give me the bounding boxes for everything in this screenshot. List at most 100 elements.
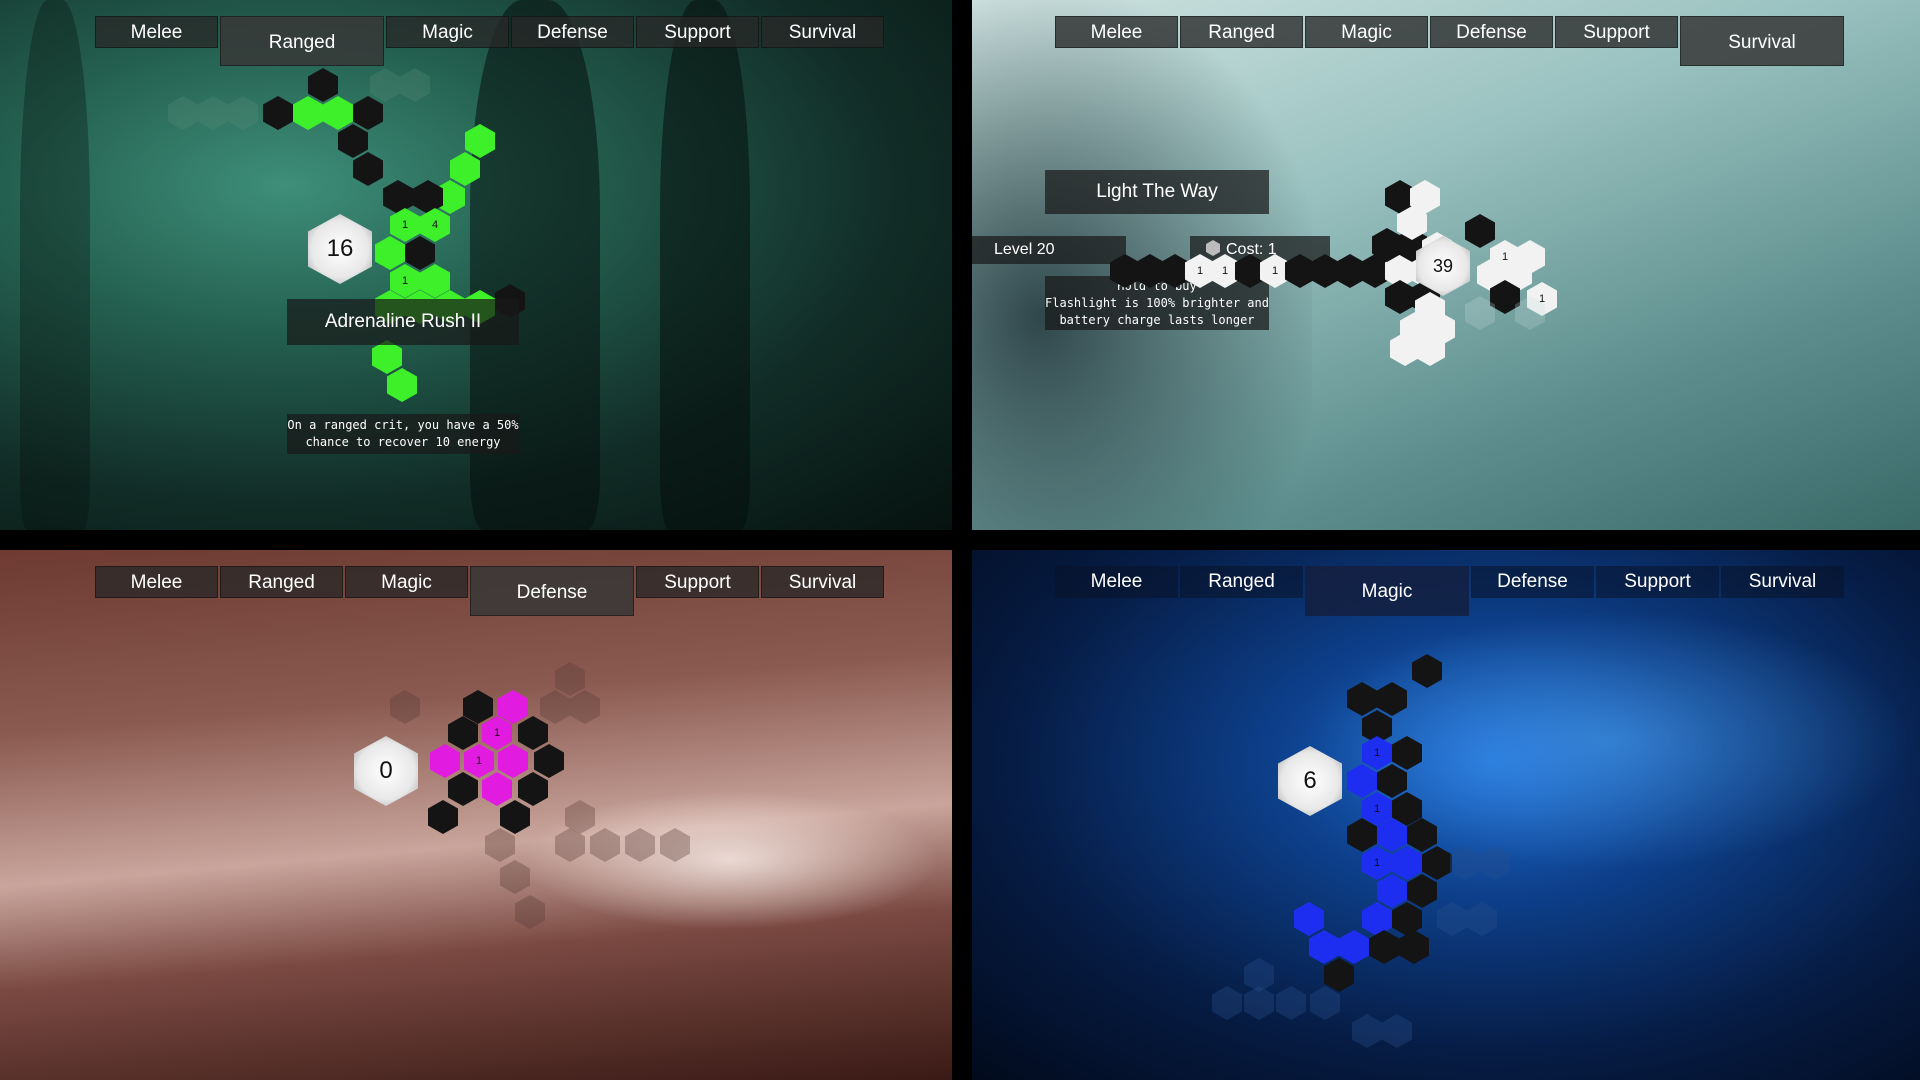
owned-skill-node[interactable] <box>1294 902 1324 936</box>
owned-skill-node[interactable] <box>323 96 353 130</box>
owned-skill-node[interactable] <box>482 772 512 806</box>
locked-skill-node[interactable] <box>228 96 258 130</box>
locked-skill-node[interactable] <box>1480 846 1510 880</box>
tab-melee[interactable]: Melee <box>95 566 218 598</box>
skill-node[interactable] <box>1377 682 1407 716</box>
owned-skill-node[interactable]: 4 <box>420 208 450 242</box>
skill-node[interactable] <box>1407 874 1437 908</box>
tab-defense[interactable]: Defense <box>511 16 634 48</box>
tab-ranged[interactable]: Ranged <box>1180 566 1303 598</box>
locked-skill-node[interactable] <box>198 96 228 130</box>
owned-skill-node[interactable] <box>375 236 405 270</box>
skill-node[interactable] <box>518 772 548 806</box>
tab-ranged[interactable]: Ranged <box>220 566 343 598</box>
locked-skill-node[interactable] <box>515 895 545 929</box>
locked-skill-node[interactable] <box>1244 986 1274 1020</box>
tab-defense[interactable]: Defense <box>1430 16 1553 48</box>
skill-node[interactable] <box>1412 654 1442 688</box>
owned-skill-node[interactable] <box>372 340 402 374</box>
tab-support[interactable]: Support <box>1596 566 1719 598</box>
tab-support[interactable]: Support <box>1555 16 1678 48</box>
locked-skill-node[interactable] <box>660 828 690 862</box>
locked-skill-node[interactable] <box>1310 986 1340 1020</box>
skill-node[interactable] <box>1392 736 1422 770</box>
skill-node[interactable] <box>353 96 383 130</box>
owned-skill-node[interactable] <box>1362 902 1392 936</box>
owned-skill-node[interactable] <box>1377 874 1407 908</box>
locked-skill-node[interactable] <box>1467 902 1497 936</box>
skill-node[interactable] <box>1369 930 1399 964</box>
tab-defense[interactable]: Defense <box>1471 566 1594 598</box>
skill-node[interactable] <box>353 152 383 186</box>
skill-node[interactable] <box>1392 902 1422 936</box>
tab-survival[interactable]: Survival <box>1721 566 1844 598</box>
locked-skill-node[interactable] <box>485 828 515 862</box>
tab-ranged[interactable]: Ranged <box>220 16 384 66</box>
skill-node[interactable] <box>500 800 530 834</box>
tab-magic[interactable]: Magic <box>345 566 468 598</box>
locked-skill-node[interactable] <box>1212 986 1242 1020</box>
owned-skill-node[interactable] <box>1309 930 1339 964</box>
locked-skill-node[interactable] <box>1450 846 1480 880</box>
tab-support[interactable]: Support <box>636 566 759 598</box>
owned-skill-node[interactable]: 1 <box>1362 736 1392 770</box>
skill-node[interactable] <box>308 68 338 102</box>
skill-node[interactable] <box>413 180 443 214</box>
tab-magic[interactable]: Magic <box>1305 566 1469 616</box>
owned-skill-node[interactable] <box>498 690 528 724</box>
skill-node[interactable] <box>383 180 413 214</box>
locked-skill-node[interactable] <box>1437 902 1467 936</box>
locked-skill-node[interactable] <box>590 828 620 862</box>
skill-node[interactable] <box>1465 214 1495 248</box>
locked-skill-node[interactable] <box>168 96 198 130</box>
tab-defense[interactable]: Defense <box>470 566 634 616</box>
magic-skill-panel: Melee Ranged Magic Defense Support Survi… <box>972 550 1920 1080</box>
skill-node[interactable] <box>448 772 478 806</box>
skill-node[interactable] <box>1324 958 1354 992</box>
owned-skill-node[interactable]: 1 <box>1362 846 1392 880</box>
owned-skill-node[interactable] <box>498 744 528 778</box>
tab-survival[interactable]: Survival <box>761 566 884 598</box>
tab-melee[interactable]: Melee <box>1055 16 1178 48</box>
locked-skill-node[interactable] <box>1352 1014 1382 1048</box>
skill-node[interactable] <box>518 716 548 750</box>
owned-skill-node[interactable] <box>1392 846 1422 880</box>
skill-node[interactable] <box>1347 682 1377 716</box>
tab-melee[interactable]: Melee <box>95 16 218 48</box>
locked-skill-node[interactable] <box>540 690 570 724</box>
owned-skill-node[interactable] <box>387 368 417 402</box>
owned-skill-node[interactable] <box>1347 764 1377 798</box>
skill-node[interactable] <box>405 236 435 270</box>
tab-melee[interactable]: Melee <box>1055 566 1178 598</box>
tab-magic[interactable]: Magic <box>386 16 509 48</box>
skill-node[interactable] <box>1399 930 1429 964</box>
tab-survival[interactable]: Survival <box>1680 16 1844 66</box>
owned-skill-node[interactable]: 1 <box>464 744 494 778</box>
owned-skill-node[interactable] <box>1339 930 1369 964</box>
owned-skill-node[interactable] <box>465 124 495 158</box>
owned-skill-node[interactable] <box>450 152 480 186</box>
locked-skill-node[interactable] <box>370 68 400 102</box>
locked-skill-node[interactable] <box>390 690 420 724</box>
locked-skill-node[interactable] <box>625 828 655 862</box>
owned-skill-node[interactable] <box>430 744 460 778</box>
tab-survival[interactable]: Survival <box>761 16 884 48</box>
locked-skill-node[interactable] <box>400 68 430 102</box>
locked-skill-node[interactable] <box>1382 1014 1412 1048</box>
skill-node[interactable] <box>263 96 293 130</box>
locked-skill-node[interactable] <box>500 860 530 894</box>
locked-skill-node[interactable] <box>1276 986 1306 1020</box>
skill-node[interactable] <box>1377 764 1407 798</box>
skill-node[interactable] <box>338 124 368 158</box>
skill-node[interactable] <box>1422 846 1452 880</box>
tab-ranged[interactable]: Ranged <box>1180 16 1303 48</box>
owned-skill-node[interactable]: 1 <box>390 208 420 242</box>
owned-skill-node[interactable] <box>293 96 323 130</box>
tab-support[interactable]: Support <box>636 16 759 48</box>
skill-node[interactable] <box>428 800 458 834</box>
tab-magic[interactable]: Magic <box>1305 16 1428 48</box>
owned-skill-node[interactable]: 1 <box>482 716 512 750</box>
locked-skill-node[interactable] <box>570 690 600 724</box>
locked-skill-node[interactable] <box>555 662 585 696</box>
skill-node[interactable] <box>534 744 564 778</box>
